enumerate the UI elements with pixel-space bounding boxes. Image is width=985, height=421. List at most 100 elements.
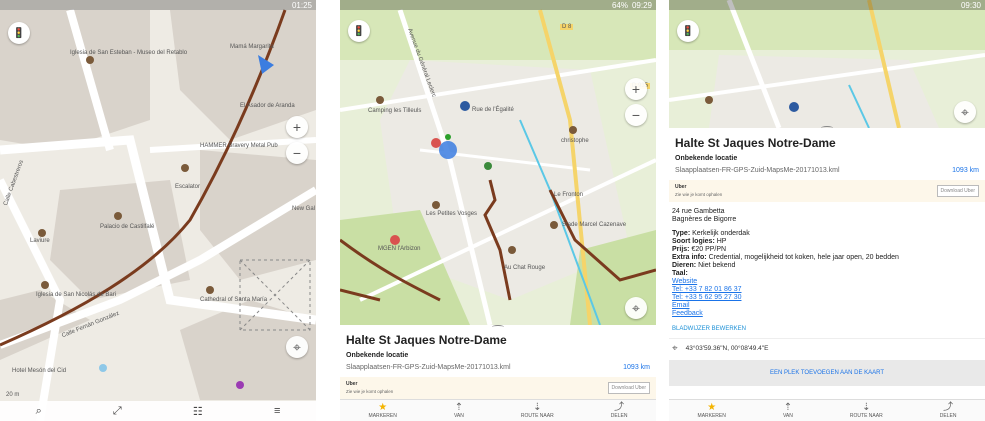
download-uber-button[interactable]: Download Uber <box>936 185 979 197</box>
map-label-hotel: Hotel Mesón del Cid <box>12 368 67 374</box>
traffic-button[interactable]: 🚦 <box>677 20 699 42</box>
my-location-button[interactable]: ⌖ <box>625 297 647 319</box>
add-place-button[interactable]: EEN PLEK TOEVOEGEN AAN DE KAART <box>669 360 985 386</box>
share-button[interactable]: ⤴ DELEN <box>939 401 957 419</box>
my-location-button[interactable]: ⌖ <box>954 101 976 123</box>
download-uber-button[interactable]: Download Uber <box>607 382 650 394</box>
place-title: Halte St Jaques Notre-Dame <box>675 136 836 150</box>
road-badge: D 8 <box>560 24 574 30</box>
place-file: Slaapplaatsen-FR-GPS-Zuid-MapsMe-2017101… <box>346 364 511 371</box>
traffic-button[interactable]: 🚦 <box>348 20 370 42</box>
uber-banner[interactable]: Uber Zie wie je komt ophalen Download Ub… <box>340 377 656 399</box>
uber-banner[interactable]: Uber Zie wie je komt ophalen Download Ub… <box>669 180 985 202</box>
zoom-in-button[interactable]: + <box>286 116 308 138</box>
menu-icon[interactable]: ≡ <box>274 405 280 417</box>
info-dieren-label: Dieren: <box>672 262 697 269</box>
main-toolbar: ⌕ ⤢ ☷ ≡ <box>0 401 316 421</box>
status-time: 09:29 <box>631 0 652 10</box>
phone-link-1[interactable]: Tel: +33 7 82 01 86 37 <box>672 286 982 294</box>
info-extra: Extra info: Credential, mogelijkheid tot… <box>672 254 982 262</box>
info-prijs: Prijs: €20 PP/PN <box>672 246 982 254</box>
map-label-shop1: Mamá Margarita <box>230 44 274 50</box>
website-link[interactable]: Website <box>672 278 982 286</box>
map-label-laviure: Laviure <box>30 238 50 244</box>
bookmarks-icon[interactable]: ☷ <box>193 405 203 418</box>
share-icon: ⤴ <box>943 401 954 413</box>
edit-bookmark-button[interactable]: BLADWIJZER BEWERKEN <box>669 320 985 338</box>
bookmark-button[interactable]: ★ MARKEREN <box>369 401 397 419</box>
address-line1: 24 rue Gambetta <box>672 208 725 215</box>
traffic-light-icon: 🚦 <box>681 25 695 37</box>
map-label-mgen: MGEN l'Arbizon <box>378 246 421 252</box>
crosshair-icon: ⌖ <box>961 103 969 120</box>
share-label: DELEN <box>610 412 628 419</box>
map-label-shop2: El Asador de Aranda <box>240 103 295 109</box>
place-category: Onbekende locatie <box>675 155 738 162</box>
map-label-marcel: Stade Marcel Cazenave <box>562 222 627 228</box>
info-dieren: Dieren: Niet bekend <box>672 262 982 270</box>
info-taal: Taal: <box>672 270 982 278</box>
info-extra-label: Extra info: <box>672 254 707 261</box>
status-bar: 64% 09:29 <box>340 0 656 10</box>
map-canvas[interactable] <box>340 0 656 325</box>
sheet-handle[interactable] <box>492 325 504 329</box>
place-file: Slaapplaatsen-FR-GPS-Zuid-MapsMe-2017101… <box>675 167 840 174</box>
place-detail-screen: 09:30 🚦 ⌖ Halte St Jaques Notre-Dame Onb… <box>669 0 985 421</box>
share-button[interactable]: ⤴ DELEN <box>610 402 628 419</box>
route-from-icon: ⇡ <box>783 401 793 413</box>
route-icon[interactable]: ⤢ <box>113 405 122 418</box>
zoom-out-button[interactable]: − <box>625 104 647 126</box>
place-actions-bar: ★ MARKEREN ⇡ VAN ⇣ ROUTE NAAR ⤴ DELEN <box>669 399 985 421</box>
map-label-pontes: Les Petites Vosges <box>426 211 478 217</box>
route-to-button[interactable]: ⇣ ROUTE NAAR <box>849 401 883 419</box>
route-from-button[interactable]: ⇡ VAN <box>454 401 464 419</box>
map-screen-2: 64% 09:29 Avenue du Général Leclerc Rue d… <box>340 0 656 421</box>
map-canvas[interactable] <box>0 0 316 421</box>
sheet-handle[interactable] <box>821 126 833 130</box>
my-location-button[interactable]: ⌖ <box>286 336 308 358</box>
route-from-label: VAN <box>782 412 793 419</box>
share-label: DELEN <box>939 412 957 419</box>
search-icon[interactable]: ⌕ <box>36 405 42 418</box>
address-line2: Bagnères de Bigorre <box>672 216 737 223</box>
email-link[interactable]: Email <box>672 302 982 310</box>
file-line: Slaapplaatsen-FR-GPS-Zuid-MapsMe-2017101… <box>669 165 985 176</box>
place-distance: 1093 km <box>952 167 979 174</box>
map-label-fronton: Le Fronton <box>554 192 584 198</box>
star-icon: ★ <box>378 401 388 413</box>
map-screen-1: 01:25 Iglesia de San Esteban - Museo del… <box>0 0 316 421</box>
crosshair-icon: ⌖ <box>672 343 678 354</box>
map-label-newgal: New Gal <box>292 206 316 212</box>
info-soort: Soort logies: HP <box>672 238 982 246</box>
place-sheet: Halte St Jaques Notre-Dame Onbekende loc… <box>340 325 656 399</box>
info-dieren-value: Niet bekend <box>698 262 736 269</box>
bookmark-label: MARKEREN <box>697 412 726 419</box>
feedback-link[interactable]: Feedback <box>672 310 982 318</box>
info-type-label: Type: <box>672 230 691 237</box>
map-canvas[interactable] <box>669 0 985 128</box>
map-scale: 20 m <box>6 392 20 398</box>
coordinates-row[interactable]: ⌖ 43°03'59.36"N, 00°08'49.4"E <box>669 338 985 358</box>
route-to-icon: ⇣ <box>862 401 871 413</box>
zoom-out-button[interactable]: − <box>286 142 308 164</box>
map-label-iglesia2: Iglesia de San Nicolás de Bari <box>36 292 117 298</box>
map-label-chat: Au Chat Rouge <box>504 265 546 271</box>
uber-subtitle: Zie wie je komt ophalen <box>346 389 394 394</box>
status-bar: 09:30 <box>669 0 985 10</box>
traffic-button[interactable]: 🚦 <box>8 22 30 44</box>
route-to-button[interactable]: ⇣ ROUTE NAAR <box>520 402 554 419</box>
file-line: Slaapplaatsen-FR-GPS-Zuid-MapsMe-2017101… <box>340 362 656 373</box>
status-bar: 01:25 <box>0 0 316 10</box>
place-distance: 1093 km <box>623 364 650 371</box>
crosshair-icon: ⌖ <box>293 338 301 355</box>
route-from-button[interactable]: ⇡ VAN <box>782 401 793 419</box>
info-prijs-label: Prijs: <box>672 246 690 253</box>
route-to-label: ROUTE NAAR <box>849 412 883 419</box>
place-actions-bar: ★ MARKEREN ⇡ VAN ⇣ ROUTE NAAR ⤴ DELEN <box>340 399 656 421</box>
zoom-in-button[interactable]: + <box>625 78 647 100</box>
bookmark-button[interactable]: ★ MARKEREN <box>697 402 726 419</box>
route-from-icon: ⇡ <box>454 401 464 413</box>
phone-link-2[interactable]: Tel: +33 5 62 95 27 30 <box>672 294 982 302</box>
route-to-label: ROUTE NAAR <box>520 412 554 419</box>
uber-title: Uber <box>346 381 358 387</box>
